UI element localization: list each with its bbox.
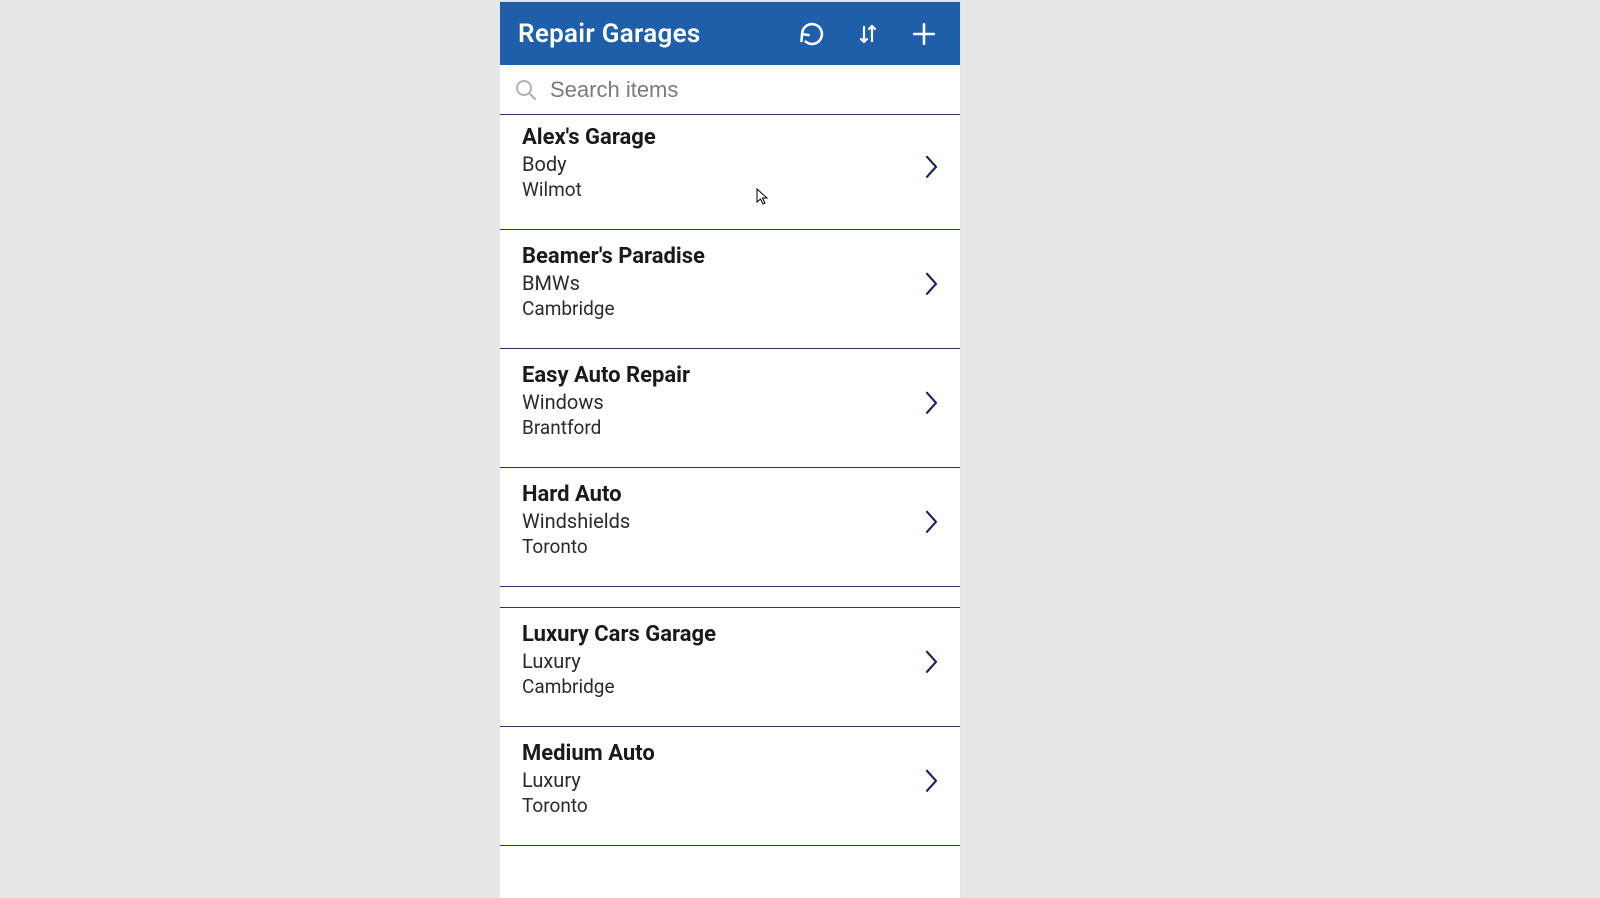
garage-specialty: Luxury bbox=[522, 649, 940, 673]
garage-name: Easy Auto Repair bbox=[522, 363, 940, 388]
garage-name: Luxury Cars Garage bbox=[522, 622, 940, 647]
garage-name: Medium Auto bbox=[522, 741, 940, 766]
search-input[interactable] bbox=[550, 77, 948, 103]
garage-name: Alex's Garage bbox=[522, 125, 940, 150]
chevron-right-icon bbox=[924, 648, 940, 680]
sort-icon[interactable] bbox=[854, 20, 882, 48]
list-item[interactable]: Medium AutoLuxuryToronto bbox=[500, 727, 960, 846]
app-frame: Repair Garages bbox=[500, 2, 960, 898]
garage-name: Hard Auto bbox=[522, 482, 940, 507]
chevron-right-icon bbox=[924, 270, 940, 302]
garage-city: Wilmot bbox=[522, 178, 940, 201]
chevron-right-icon bbox=[924, 767, 940, 799]
app-header: Repair Garages bbox=[500, 2, 960, 65]
list-item[interactable]: Hard AutoWindshieldsToronto bbox=[500, 468, 960, 587]
list-item[interactable]: Alex's GarageBodyWilmot bbox=[500, 115, 960, 230]
garage-city: Cambridge bbox=[522, 297, 940, 320]
garage-specialty: Windshields bbox=[522, 509, 940, 533]
page-title: Repair Garages bbox=[518, 19, 798, 49]
garage-list[interactable]: Alex's GarageBodyWilmotBeamer's Paradise… bbox=[500, 115, 960, 898]
garage-city: Brantford bbox=[522, 416, 940, 439]
refresh-icon[interactable] bbox=[798, 20, 826, 48]
garage-city: Toronto bbox=[522, 535, 940, 558]
chevron-right-icon bbox=[924, 389, 940, 421]
garage-city: Cambridge bbox=[522, 675, 940, 698]
list-item[interactable]: Beamer's ParadiseBMWsCambridge bbox=[500, 230, 960, 349]
garage-specialty: Luxury bbox=[522, 768, 940, 792]
search-icon bbox=[512, 76, 540, 104]
chevron-right-icon bbox=[924, 153, 940, 185]
header-actions bbox=[798, 20, 942, 48]
list-item[interactable]: Easy Auto RepairWindowsBrantford bbox=[500, 349, 960, 468]
garage-specialty: Windows bbox=[522, 390, 940, 414]
garage-specialty: BMWs bbox=[522, 271, 940, 295]
chevron-right-icon bbox=[924, 508, 940, 540]
garage-specialty: Body bbox=[522, 152, 940, 176]
garage-name: Beamer's Paradise bbox=[522, 244, 940, 269]
add-icon[interactable] bbox=[910, 20, 938, 48]
garage-city: Toronto bbox=[522, 794, 940, 817]
list-item[interactable]: Luxury Cars GarageLuxuryCambridge bbox=[500, 607, 960, 727]
search-bar[interactable] bbox=[500, 65, 960, 115]
